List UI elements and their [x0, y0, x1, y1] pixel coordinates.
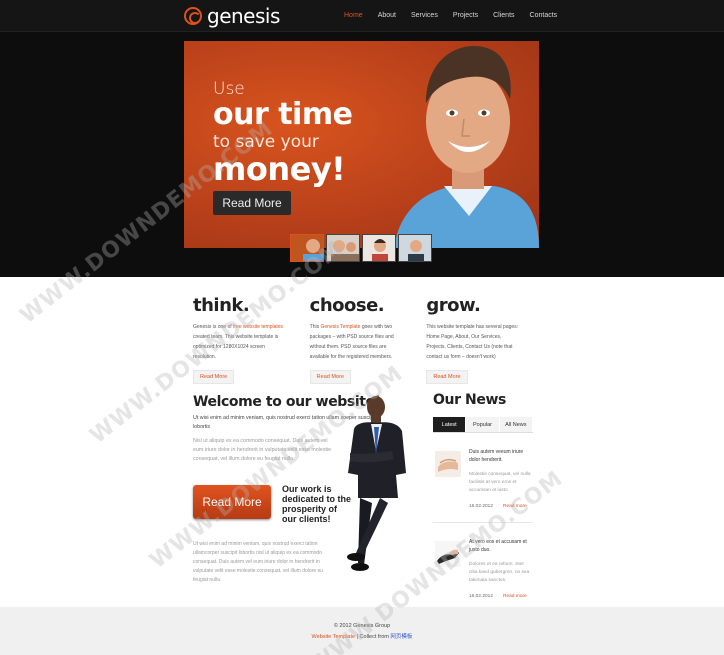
feature-link[interactable]: Genesis Template — [321, 324, 361, 330]
feature-title: think. — [193, 295, 250, 316]
footer: © 2012 Genesis Group Website Template | … — [0, 607, 724, 655]
hero-line-4: money! — [213, 150, 346, 188]
feature-choose: choose. This Genesis Template goes with … — [309, 295, 427, 384]
feature-columns: think. Genesis is one of free website te… — [193, 295, 543, 384]
hero-headline: Use our time to save your money! — [213, 79, 353, 188]
news-read-more-link[interactable]: Read more — [503, 504, 527, 509]
footer-copyright: © 2012 Genesis Group — [333, 623, 391, 629]
nav-item-clients[interactable]: Clients — [493, 12, 514, 19]
news-item: Duis autem veeum iriure dolor hendrerit.… — [433, 443, 533, 523]
logo[interactable]: genesis — [184, 4, 280, 28]
hero-line-1: Use — [213, 79, 245, 99]
news-item-title[interactable]: At vero eos et accusam et justo duo. — [469, 538, 531, 554]
news-item-date: 16.02.2012 — [469, 504, 494, 509]
news-item-title[interactable]: Duis autem veeum iriure dolor hendrerit. — [469, 448, 531, 464]
tab-latest[interactable]: Latest — [433, 417, 467, 432]
news-thumbnail — [435, 541, 461, 567]
main-menu: Home About Services Projects Clients Con… — [344, 12, 572, 19]
slider-thumb-4[interactable] — [398, 234, 432, 262]
news-item-body: Molestie consequat, vel nulla facilisis … — [469, 472, 531, 493]
nav-item-services[interactable]: Services — [411, 12, 438, 19]
businessman-photo — [347, 396, 406, 571]
logo-icon — [184, 7, 202, 25]
feature-title: grow. — [426, 295, 481, 316]
footer-template-link[interactable]: Website Template — [312, 634, 356, 640]
feature-think: think. Genesis is one of free website te… — [193, 295, 310, 384]
feature-link[interactable]: free website templates — [233, 324, 283, 330]
news-panel: Our News Latest Popular All News Duis au… — [433, 392, 533, 613]
news-title: Our News — [433, 392, 506, 408]
hero-man-photo — [394, 46, 539, 248]
hero-line-2: our time — [213, 97, 353, 132]
slider-thumb-1[interactable] — [290, 234, 324, 262]
news-item-date: 16.02.2012 — [469, 594, 494, 599]
top-nav: genesis Home About Services Projects Cli… — [0, 0, 724, 32]
hero-line-3: to save your — [213, 132, 319, 152]
tab-all-news[interactable]: All News — [499, 417, 533, 432]
read-more-button[interactable]: Read More — [426, 370, 468, 384]
welcome-text-2: Ut wisi enim ad minim veniam, quis nostr… — [193, 541, 324, 583]
hero-read-more-button[interactable]: Read More — [213, 191, 291, 215]
slider-thumb-3[interactable] — [362, 234, 396, 262]
logo-text: genesis — [207, 4, 280, 28]
feature-text: This website template has several pages:… — [426, 324, 519, 360]
nav-item-home[interactable]: Home — [344, 12, 363, 19]
read-more-button[interactable]: Read More — [309, 370, 351, 384]
feature-text: This Genesis Template goes with two pack… — [309, 324, 394, 360]
feature-grow: grow. This website template has several … — [426, 295, 543, 384]
news-read-more-link[interactable]: Read more — [503, 594, 527, 599]
footer-separator: | Collect from — [355, 634, 391, 640]
feature-text: Genesis is one of free website templates… — [193, 324, 284, 360]
news-tabs: Latest Popular All News — [433, 417, 533, 433]
welcome-read-more-button[interactable]: Read More — [193, 485, 271, 519]
hero-banner: Use our time to save your money! Read Mo… — [184, 41, 539, 248]
read-more-button[interactable]: Read More — [193, 370, 235, 384]
slider-thumbnails — [290, 234, 432, 262]
slider-thumb-2[interactable] — [326, 234, 360, 262]
nav-item-about[interactable]: About — [378, 12, 396, 19]
footer-collect-link[interactable]: 网页模板 — [390, 634, 412, 640]
page: genesis Home About Services Projects Cli… — [0, 0, 724, 655]
footer-links: Website Template | Collect from 网页模板 — [0, 632, 724, 640]
feature-title: choose. — [309, 295, 385, 316]
news-thumbnail — [435, 451, 461, 477]
news-item-body: Dolores et ea rebum. Stet clita kasd gub… — [469, 562, 530, 583]
welcome-text: Nisl ut aliquip ex ea commodo consequat.… — [193, 438, 332, 462]
news-item: At vero eos et accusam et justo duo. Dol… — [433, 533, 533, 613]
nav-item-projects[interactable]: Projects — [453, 12, 478, 19]
tab-popular[interactable]: Popular — [466, 417, 500, 432]
nav-item-contacts[interactable]: Contacts — [530, 12, 558, 19]
